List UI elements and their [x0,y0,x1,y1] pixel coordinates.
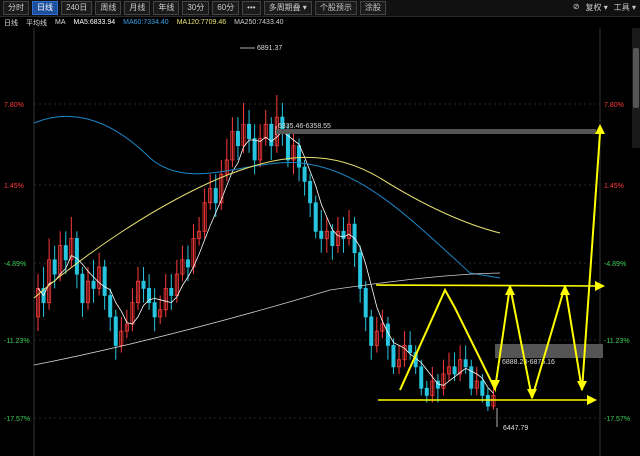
candle-body [141,280,146,289]
arrowhead-right [587,395,597,405]
candle-body [108,295,113,318]
period-button-8[interactable]: ••• [242,1,261,15]
period-button-6[interactable]: 30分 [182,1,210,15]
candle-body [391,345,396,368]
candle-body [469,366,474,389]
toolbar-right-item-0[interactable]: ⊘ [573,2,580,13]
y-label-right: -4.89% [604,261,626,268]
period-button-10[interactable]: 个股预示 [314,1,357,15]
period-button-2[interactable]: 240日 [61,1,93,15]
period-toolbar: 分时 日线 240日 周线 月线 年线 30分 60分 ••• 多周期叠 ▾ 个股预示 涂股 [0,0,640,17]
ma60-line [33,116,501,279]
candle-body [63,245,68,261]
candle-body [419,366,424,389]
candle-body [480,380,485,396]
period-button-7[interactable]: 60分 [212,1,240,15]
legend-ma60: MA60:7334.40 [123,19,169,26]
arrowhead-down [577,381,587,391]
candle-body [91,280,96,289]
y-label-left: 1.45% [4,183,24,190]
y-label-right: -11.23% [604,338,630,345]
y-label-left: -17.57% [4,416,30,423]
toolbar-right-item-2[interactable]: 工具 ▾ [614,2,636,13]
arrowhead-down [490,380,500,390]
legend-ma: MA [55,19,66,26]
y-label-right: -17.57% [604,416,630,423]
y-label-left: -11.23% [4,338,30,345]
period-button-11[interactable]: 涂股 [359,1,386,15]
wave-projection [399,132,601,399]
ma5-line [37,130,494,394]
y-label-right: 7.80% [604,102,624,109]
candle-body [52,259,57,275]
candle-body [80,273,85,304]
legend-ma120: MA120:7709.46 [176,19,227,26]
y-label-left: 7.80% [4,102,24,109]
candle-body [302,166,307,182]
high-label: 6891.37 [257,45,282,52]
legend-period: 日线 [4,19,18,27]
candle-body [102,266,107,296]
legend-type: 平均线 [26,19,47,27]
candle-body [369,316,374,346]
candle-body [235,131,240,147]
legend-ma250: MA250:7433.40 [234,19,284,26]
candle-body [74,238,79,275]
candle-body [363,287,368,318]
period-button-5[interactable]: 年线 [153,1,180,15]
y-label-right: 1.45% [604,183,624,190]
candle-body [169,287,174,296]
candle-body [330,230,335,246]
toolbar-right: ⊘ 复权 ▾ 工具 ▾ [573,2,636,13]
resistance-label: 6335.46-6358.55 [278,123,331,130]
period-button-0[interactable]: 分时 [3,1,29,15]
support-label: 6888.28-6875.16 [502,359,555,366]
legend-ma5: MA5:6833.94 [73,19,116,26]
candle-body [424,387,429,396]
toolbar-right-item-1[interactable]: 复权 ▾ [586,2,608,13]
period-button-9[interactable]: 多周期叠 ▾ [263,1,312,15]
period-button-3[interactable]: 周线 [95,1,122,15]
support-band [495,344,603,358]
candle-body [185,259,190,268]
scrollbar-thumb[interactable] [633,48,639,108]
candle-body [408,345,413,353]
candle-body [213,188,218,204]
candle-body [358,252,363,289]
upper-trend-line [375,284,601,287]
arrowhead-up [595,124,605,134]
candle-body [452,366,457,375]
candle-body [247,123,252,139]
scrollbar[interactable] [632,28,640,148]
resistance-band [276,129,596,134]
candle-body [463,359,468,368]
arrowhead-up [505,285,515,295]
candle-body [319,230,324,239]
arrowhead-down [527,389,537,399]
candle-body [297,145,302,168]
kline-chart[interactable]: 7.80% 7.80% 1.45% 1.45% -4.89% -4.89% -11.23% -… [0,28,632,456]
period-button-1[interactable]: 日线 [32,1,58,15]
ma-legend: 日线 平均线 MA MA5:6833.94 MA60:7334.40 MA120… [0,17,284,28]
candle-body [308,180,313,204]
y-label-left: -4.89% [4,261,26,268]
period-button-4[interactable]: 月线 [124,1,151,15]
candle-body [152,302,157,318]
candle-body [269,123,274,147]
low-label: 6447.79 [503,425,528,432]
candle-body [313,202,318,232]
candle-body [252,138,257,161]
candle-body [113,316,118,346]
